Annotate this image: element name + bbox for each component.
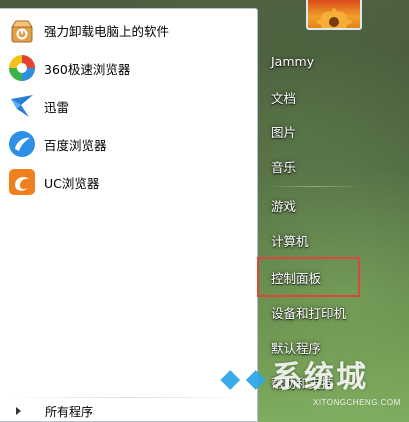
program-label: 百度浏览器: [44, 137, 107, 153]
xitongcheng-diamond-logo-icon: [220, 357, 266, 403]
program-label: 强力卸载电脑上的软件: [44, 23, 170, 39]
user-avatar-flower[interactable]: [306, 0, 362, 30]
right-item-music[interactable]: 音乐: [262, 154, 362, 178]
right-item-user[interactable]: Jammy: [262, 49, 362, 73]
all-programs-label: 所有程序: [45, 404, 94, 419]
control-panel-highlight-box: [257, 257, 360, 297]
programs-divider: [6, 397, 250, 398]
uninstall-box-icon: [6, 14, 38, 46]
right-item-label: 设备和打印机: [271, 305, 347, 321]
right-item-label: Jammy: [271, 53, 315, 69]
360-browser-icon: [6, 52, 38, 84]
baidu-browser-icon: [6, 128, 38, 160]
program-item-uc-browser[interactable]: UC浏览器: [6, 165, 250, 199]
watermark-url: XITONGCHENG.COM: [313, 398, 401, 407]
right-separator: [266, 186, 362, 187]
right-item-computer[interactable]: 计算机: [262, 228, 362, 252]
right-item-label: 计算机: [271, 233, 309, 249]
program-item-360-browser[interactable]: 360极速浏览器: [6, 51, 250, 85]
right-item-documents[interactable]: 文档: [262, 85, 362, 109]
program-item-xunlei[interactable]: 迅雷: [6, 89, 250, 123]
right-item-games[interactable]: 游戏: [262, 193, 362, 217]
right-item-label: 图片: [271, 124, 297, 140]
right-arrow-icon: [16, 407, 21, 415]
right-item-devices-printers[interactable]: 设备和打印机: [262, 300, 362, 324]
right-item-label: 文档: [271, 90, 297, 106]
right-item-label: 音乐: [271, 159, 297, 175]
program-label: 360极速浏览器: [44, 61, 131, 77]
watermark-text: 系统城: [272, 360, 368, 395]
all-programs-button[interactable]: 所有程序: [10, 401, 250, 421]
right-item-pictures[interactable]: 图片: [262, 119, 362, 143]
program-item-baidu-browser[interactable]: 百度浏览器: [6, 127, 250, 161]
program-item-uninstaller[interactable]: 强力卸载电脑上的软件: [6, 13, 250, 47]
program-label: UC浏览器: [44, 175, 100, 191]
program-label: 迅雷: [44, 99, 70, 115]
xunlei-bird-icon: [6, 90, 38, 122]
right-item-label: 游戏: [271, 198, 297, 214]
uc-squirrel-icon: [6, 166, 38, 198]
